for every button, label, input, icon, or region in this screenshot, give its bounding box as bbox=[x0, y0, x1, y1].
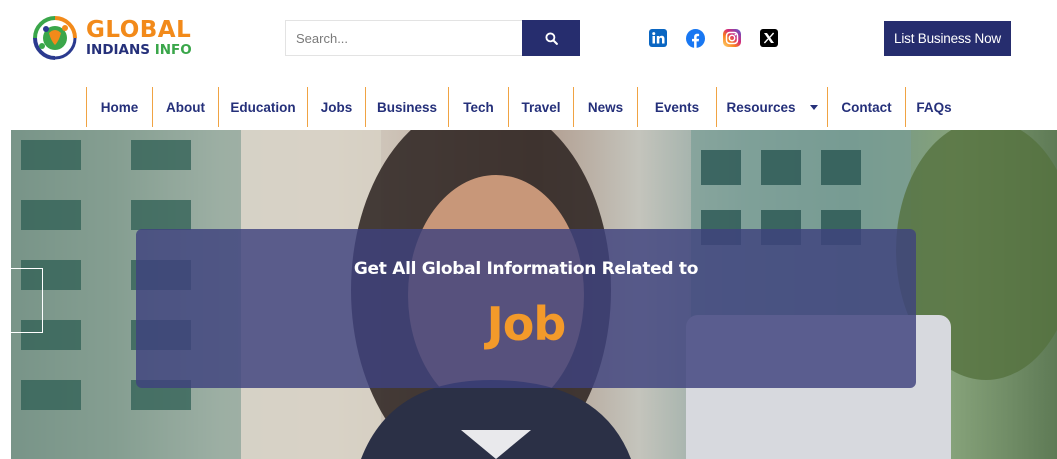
logo-line2-a: INDIANS bbox=[86, 41, 151, 58]
nav-item-news[interactable]: News bbox=[573, 87, 637, 127]
nav-item-about[interactable]: About bbox=[152, 87, 218, 127]
nav-label: Business bbox=[376, 99, 438, 115]
hero-banner: Get All Global Information Related to Jo… bbox=[11, 130, 1057, 459]
nav-item-events[interactable]: Events bbox=[637, 87, 716, 127]
nav-label: FAQs bbox=[916, 99, 952, 115]
nav-item-education[interactable]: Education bbox=[218, 87, 307, 127]
site-header: GLOBAL INDIANS INFO List Business Now bbox=[0, 0, 1057, 82]
facebook-icon[interactable] bbox=[685, 28, 705, 48]
logo-line2-b: INFO bbox=[154, 41, 192, 58]
logo-line1: GLOBAL bbox=[86, 16, 192, 43]
hero-subtitle: Get All Global Information Related to bbox=[353, 259, 699, 279]
nav-label: Home bbox=[100, 99, 139, 115]
nav-item-faqs[interactable]: FAQs bbox=[905, 87, 962, 127]
nav-label: Resources bbox=[726, 99, 796, 115]
search-bar bbox=[285, 20, 580, 56]
search-button[interactable] bbox=[522, 20, 580, 56]
nav-label: News bbox=[587, 99, 624, 115]
nav-label: About bbox=[166, 99, 205, 115]
nav-item-resources[interactable]: Resources bbox=[716, 87, 827, 127]
hero-overlay-card: Get All Global Information Related to Jo… bbox=[136, 229, 916, 388]
nav-item-travel[interactable]: Travel bbox=[508, 87, 573, 127]
linkedin-icon[interactable] bbox=[648, 28, 668, 48]
nav-item-jobs[interactable]: Jobs bbox=[307, 87, 365, 127]
logo-line2: INDIANS INFO bbox=[86, 41, 192, 58]
hero-highlight-word: Job bbox=[486, 297, 567, 351]
nav-label: Events bbox=[654, 99, 700, 115]
nav-label: Education bbox=[230, 99, 296, 115]
slider-prev-button[interactable] bbox=[11, 268, 43, 333]
caret-down-icon bbox=[809, 105, 818, 110]
nav-label: Contact bbox=[841, 99, 892, 115]
nav-item-business[interactable]: Business bbox=[365, 87, 448, 127]
nav-item-contact[interactable]: Contact bbox=[827, 87, 905, 127]
search-input[interactable] bbox=[285, 20, 522, 56]
globe-logo-icon bbox=[30, 13, 80, 63]
nav-label: Travel bbox=[521, 99, 561, 115]
search-icon bbox=[544, 31, 558, 45]
nav-item-tech[interactable]: Tech bbox=[448, 87, 508, 127]
x-twitter-icon[interactable] bbox=[759, 28, 779, 48]
nav-label: Jobs bbox=[320, 99, 353, 115]
site-logo[interactable]: GLOBAL INDIANS INFO bbox=[30, 12, 200, 64]
logo-wordmark: GLOBAL INDIANS INFO bbox=[86, 16, 192, 58]
main-navigation: Home About Education Jobs Business Tech … bbox=[86, 87, 962, 127]
instagram-icon[interactable] bbox=[722, 28, 742, 48]
nav-item-home[interactable]: Home bbox=[86, 87, 152, 127]
nav-label: Tech bbox=[463, 99, 494, 115]
list-business-button[interactable]: List Business Now bbox=[884, 21, 1011, 56]
social-links bbox=[648, 28, 779, 48]
